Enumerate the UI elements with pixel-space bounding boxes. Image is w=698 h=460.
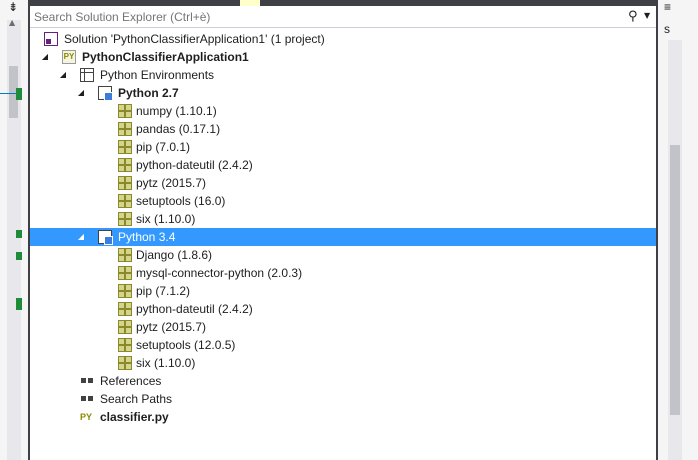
collapse-arrow-icon[interactable]: ◢ (58, 66, 68, 84)
package-row[interactable]: pytz (2015.7) (30, 174, 656, 192)
change-marker (16, 88, 22, 100)
tree-row-python-34[interactable]: ◢ Python 3.4 (30, 228, 656, 246)
change-marker (16, 252, 22, 260)
package-label: pytz (2015.7) (136, 320, 207, 334)
package-icon (118, 212, 132, 226)
python-file-icon: PY (80, 412, 93, 422)
project-label: PythonClassifierApplication1 (82, 50, 249, 64)
change-marker (16, 298, 22, 310)
package-icon (118, 320, 132, 334)
solution-explorer-panel: ⚲ ▼ Solution 'PythonClassifierApplicatio… (28, 0, 658, 460)
search-options-dropdown-icon[interactable]: ▼ (644, 11, 650, 20)
collapse-arrow-icon[interactable]: ◢ (40, 48, 50, 66)
package-label: six (1.10.0) (136, 212, 196, 226)
package-row[interactable]: six (1.10.0) (30, 354, 656, 372)
solution-icon (44, 32, 58, 46)
python-27-label: Python 2.7 (118, 86, 179, 100)
package-row[interactable]: python-dateutil (2.4.2) (30, 156, 656, 174)
package-icon (118, 356, 132, 370)
split-editor-icon[interactable]: ⇟ (6, 1, 20, 15)
references-label: References (100, 374, 162, 388)
package-row[interactable]: python-dateutil (2.4.2) (30, 300, 656, 318)
package-label: mysql-connector-python (2.0.3) (136, 266, 303, 280)
solution-tree: Solution 'PythonClassifierApplication1' … (30, 30, 656, 426)
search-icon[interactable]: ⚲ (628, 9, 638, 24)
package-label: pandas (0.17.1) (136, 122, 221, 136)
classifier-file-label: classifier.py (100, 410, 169, 424)
package-label: python-dateutil (2.4.2) (136, 158, 253, 172)
package-icon (118, 140, 132, 154)
python-34-label: Python 3.4 (118, 230, 176, 244)
package-row[interactable]: pytz (2015.7) (30, 318, 656, 336)
package-icon (118, 158, 132, 172)
package-icon (118, 194, 132, 208)
package-icon (118, 248, 132, 262)
package-label: pytz (2015.7) (136, 176, 207, 190)
package-label: setuptools (16.0) (136, 194, 226, 208)
tree-row-references[interactable]: References (30, 372, 656, 390)
package-row[interactable]: pandas (0.17.1) (30, 120, 656, 138)
package-row[interactable]: setuptools (12.0.5) (30, 336, 656, 354)
menu-icon[interactable]: ≡ (664, 0, 671, 14)
package-row[interactable]: Django (1.8.6) (30, 246, 656, 264)
collapse-arrow-icon[interactable]: ◢ (76, 228, 86, 246)
package-icon (118, 176, 132, 190)
package-label: pip (7.1.2) (136, 284, 191, 298)
package-label: six (1.10.0) (136, 356, 196, 370)
package-icon (118, 338, 132, 352)
package-icon (118, 284, 132, 298)
package-row[interactable]: pip (7.0.1) (30, 138, 656, 156)
references-icon (80, 374, 94, 388)
tree-row-python-environments[interactable]: ◢ Python Environments (30, 66, 656, 84)
interpreter-icon (98, 230, 113, 245)
tree-row-search-paths[interactable]: Search Paths (30, 390, 656, 408)
package-label: python-dateutil (2.4.2) (136, 302, 253, 316)
python-project-icon: PY (62, 50, 76, 64)
package-label: pip (7.0.1) (136, 140, 191, 154)
solution-label: Solution 'PythonClassifierApplication1' … (64, 32, 325, 46)
right-scroll-thumb[interactable] (670, 145, 680, 415)
package-icon (118, 122, 132, 136)
package-row[interactable]: setuptools (16.0) (30, 192, 656, 210)
environments-icon (80, 68, 94, 82)
change-marker (16, 230, 22, 238)
package-row[interactable]: pip (7.1.2) (30, 282, 656, 300)
package-row[interactable]: six (1.10.0) (30, 210, 656, 228)
search-bar: ⚲ ▼ (30, 6, 656, 28)
python-environments-label: Python Environments (100, 68, 215, 82)
right-strip-text: s (664, 22, 670, 36)
package-label: Django (1.8.6) (136, 248, 213, 262)
editor-caret-line (0, 93, 16, 94)
search-paths-label: Search Paths (100, 392, 173, 406)
package-icon (118, 104, 132, 118)
package-row[interactable]: numpy (1.10.1) (30, 102, 656, 120)
package-icon (118, 266, 132, 280)
interpreter-icon (98, 86, 113, 101)
search-input[interactable] (30, 8, 620, 26)
scroll-up-icon[interactable]: ▲ (9, 18, 15, 27)
tree-row-python-27[interactable]: ◢ Python 2.7 (30, 84, 656, 102)
tree-row-classifier-file[interactable]: PY classifier.py (30, 408, 656, 426)
editor-right-strip: ≡ s (658, 0, 698, 460)
package-row[interactable]: mysql-connector-python (2.0.3) (30, 264, 656, 282)
search-paths-icon (80, 392, 94, 406)
editor-left-strip: ⇟ ▲ (0, 0, 28, 460)
package-icon (118, 302, 132, 316)
collapse-arrow-icon[interactable]: ◢ (76, 84, 86, 102)
package-label: numpy (1.10.1) (136, 104, 217, 118)
tree-row-solution[interactable]: Solution 'PythonClassifierApplication1' … (30, 30, 656, 48)
tree-row-project[interactable]: ◢ PY PythonClassifierApplication1 (30, 48, 656, 66)
package-label: setuptools (12.0.5) (136, 338, 236, 352)
